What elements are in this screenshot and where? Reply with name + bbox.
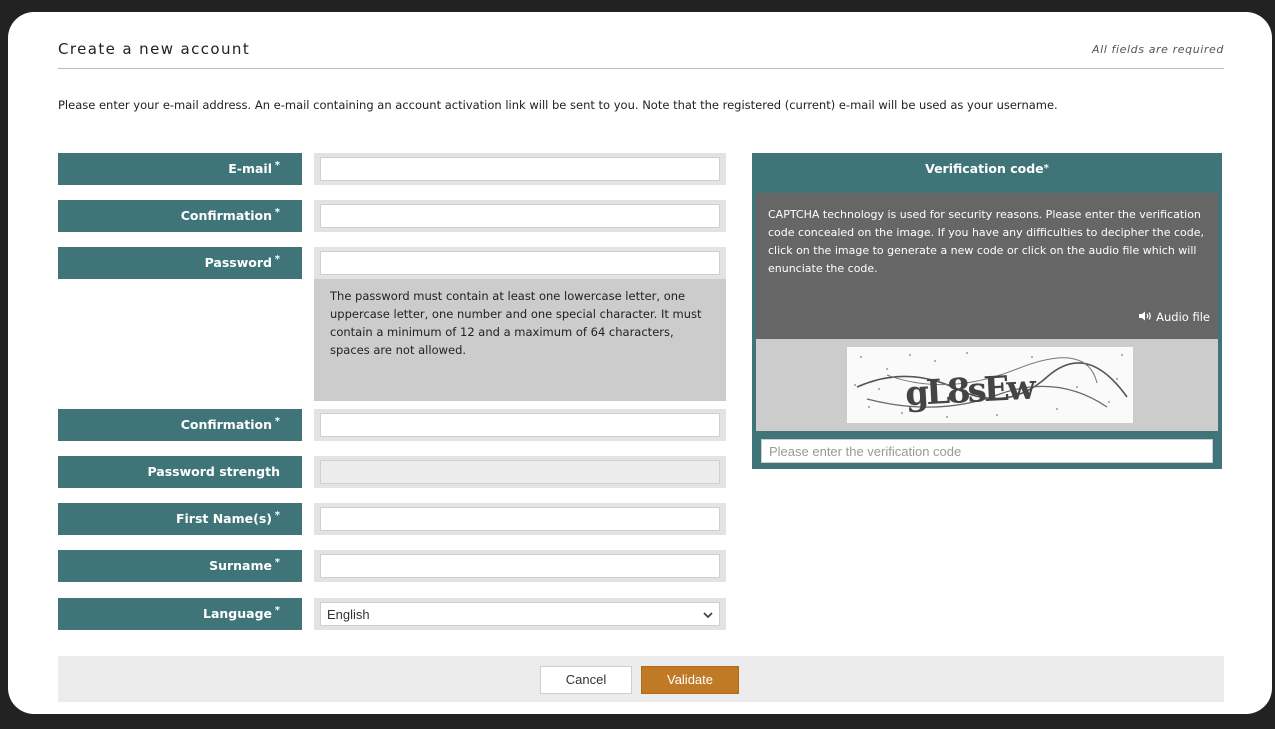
surname-label: Surname * bbox=[58, 550, 302, 582]
password-confirmation-label-text: Confirmation bbox=[180, 417, 272, 432]
required-asterisk: * bbox=[274, 160, 280, 171]
required-asterisk: * bbox=[274, 605, 280, 616]
captcha-title: Verification code* bbox=[752, 153, 1222, 185]
language-select-wrap: English bbox=[314, 598, 726, 630]
email-confirmation-field-wrap bbox=[314, 200, 726, 232]
password-label: Password * bbox=[58, 247, 302, 279]
password-label-text: Password bbox=[204, 255, 272, 270]
surname-field-wrap bbox=[314, 550, 726, 582]
email-field-wrap bbox=[314, 153, 726, 185]
language-select-value: English bbox=[327, 606, 370, 622]
required-asterisk: * bbox=[1043, 163, 1049, 174]
password-strength-label-text: Password strength bbox=[147, 464, 280, 479]
page-title: Create a new account bbox=[58, 40, 251, 58]
captcha-panel: Verification code* CAPTCHA technology is… bbox=[752, 153, 1222, 469]
password-strength-wrap bbox=[314, 456, 726, 488]
password-requirements: The password must contain at least one l… bbox=[314, 279, 726, 401]
language-select[interactable]: English bbox=[320, 602, 720, 626]
form-header: Create a new account All fields are requ… bbox=[58, 38, 1224, 69]
required-asterisk: * bbox=[274, 254, 280, 265]
captcha-info-text: CAPTCHA technology is used for security … bbox=[768, 208, 1204, 275]
chevron-down-icon bbox=[703, 607, 713, 622]
password-field[interactable] bbox=[320, 251, 720, 275]
surname-label-text: Surname bbox=[209, 558, 272, 573]
captcha-code-text: gL8sEw bbox=[904, 367, 1037, 414]
password-confirmation-field-wrap bbox=[314, 409, 726, 441]
password-confirmation-field[interactable] bbox=[320, 413, 720, 437]
first-name-field-wrap bbox=[314, 503, 726, 535]
email-confirmation-label: Confirmation * bbox=[58, 200, 302, 232]
email-confirmation-field[interactable] bbox=[320, 204, 720, 228]
required-asterisk: * bbox=[274, 416, 280, 427]
email-confirmation-label-text: Confirmation bbox=[180, 208, 272, 223]
email-field[interactable] bbox=[320, 157, 720, 181]
language-label-text: Language bbox=[202, 606, 272, 621]
audio-file-label: Audio file bbox=[1156, 310, 1210, 324]
first-name-field[interactable] bbox=[320, 507, 720, 531]
password-confirmation-label: Confirmation * bbox=[58, 409, 302, 441]
validate-button[interactable]: Validate bbox=[641, 666, 739, 694]
first-name-label: First Name(s) * bbox=[58, 503, 302, 535]
intro-text: Please enter your e-mail address. An e-m… bbox=[58, 98, 1058, 112]
language-label: Language * bbox=[58, 598, 302, 630]
password-strength-label: Password strength bbox=[58, 456, 302, 488]
captcha-code-input[interactable] bbox=[761, 439, 1213, 463]
captcha-image-area: gL8sEw bbox=[756, 339, 1218, 431]
email-label: E-mail * bbox=[58, 153, 302, 185]
surname-field[interactable] bbox=[320, 554, 720, 578]
first-name-label-text: First Name(s) bbox=[175, 511, 272, 526]
form-footer: Cancel Validate bbox=[58, 656, 1224, 702]
captcha-title-text: Verification code bbox=[925, 161, 1044, 176]
required-asterisk: * bbox=[274, 510, 280, 521]
audio-file-link[interactable]: Audio file bbox=[1138, 310, 1210, 324]
speaker-icon bbox=[1138, 310, 1152, 324]
password-field-wrap bbox=[314, 247, 726, 279]
password-strength-meter bbox=[320, 460, 720, 484]
required-asterisk: * bbox=[274, 557, 280, 568]
captcha-image[interactable]: gL8sEw bbox=[847, 347, 1133, 423]
cancel-button[interactable]: Cancel bbox=[540, 666, 632, 694]
required-asterisk: * bbox=[274, 207, 280, 218]
email-label-text: E-mail bbox=[228, 161, 272, 176]
required-note: All fields are required bbox=[1092, 43, 1224, 56]
